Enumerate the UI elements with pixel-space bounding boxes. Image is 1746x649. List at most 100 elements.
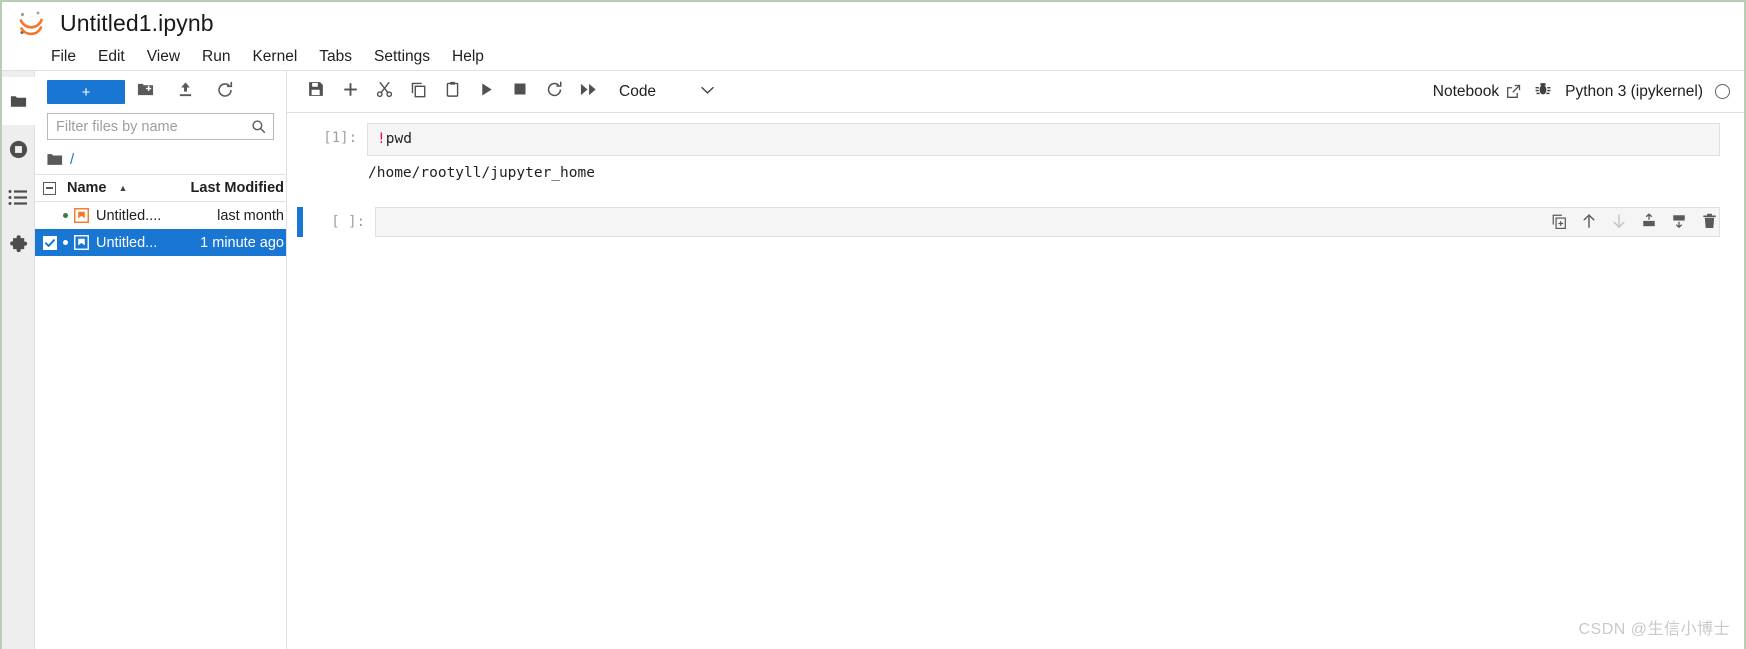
notebook-icon xyxy=(74,235,89,250)
refresh-file-list-button[interactable] xyxy=(205,79,245,105)
scissors-icon xyxy=(376,81,393,103)
cut-cells-button[interactable] xyxy=(367,78,401,106)
cell-type-value: Code xyxy=(619,82,657,100)
search-input[interactable] xyxy=(48,118,251,135)
kernel-name-label[interactable]: Python 3 (ipykernel) xyxy=(1565,83,1703,101)
copy-cells-button[interactable] xyxy=(401,78,435,106)
duplicate-cell-button[interactable] xyxy=(1550,214,1568,232)
sidebar-item-extension-manager[interactable] xyxy=(2,221,35,269)
kernel-status-indicator xyxy=(1715,84,1730,99)
search-icon xyxy=(251,119,273,134)
sidebar-item-commands[interactable] xyxy=(2,173,35,221)
save-button[interactable] xyxy=(299,78,333,106)
delete-cell-button[interactable] xyxy=(1700,213,1718,234)
sidebar-item-running-sessions[interactable] xyxy=(2,125,35,173)
paste-icon xyxy=(444,81,461,103)
insert-cell-above-button[interactable] xyxy=(1640,212,1658,234)
insert-below-icon xyxy=(1671,213,1687,234)
file-filter-box[interactable] xyxy=(47,113,274,140)
row-checkbox[interactable] xyxy=(43,209,57,223)
cell-action-toolbar xyxy=(1550,212,1718,234)
cell-execution-count: [ ]: xyxy=(331,214,365,231)
menu-item-run[interactable]: Run xyxy=(191,46,241,68)
restart-kernel-button[interactable] xyxy=(537,78,571,106)
file-list-header: Name ▲ Last Modified xyxy=(35,174,286,202)
menu-item-edit[interactable]: Edit xyxy=(87,46,136,68)
duplicate-icon xyxy=(1551,213,1567,234)
code-cell[interactable]: [1]: !pwd xyxy=(287,123,1744,157)
upload-icon xyxy=(177,81,194,103)
notebook-icon xyxy=(74,208,89,223)
insert-cell-below-button[interactable] xyxy=(1670,214,1688,232)
watermark-text: CSDN @生信小博士 xyxy=(1578,621,1730,638)
cell-input-editor[interactable]: !pwd xyxy=(367,123,1720,157)
folder-icon xyxy=(47,152,63,167)
list-item[interactable]: Untitled.... last month xyxy=(35,202,286,229)
paste-cells-button[interactable] xyxy=(435,78,469,106)
file-name: Untitled.... xyxy=(96,207,162,224)
arrow-down-icon xyxy=(1611,213,1627,234)
menu-bar: File Edit View Run Kernel Tabs Settings … xyxy=(2,44,1744,71)
output-prompt-spacer xyxy=(287,156,359,189)
notebook-cell: [ ]: xyxy=(287,207,1744,238)
cell-execution-count: [1]: xyxy=(323,130,357,146)
menu-item-file[interactable]: File xyxy=(40,46,87,68)
folder-icon xyxy=(9,92,28,111)
file-browser-panel: + Filter files by name / Name ▲ Last Mod… xyxy=(35,71,287,649)
row-checkbox[interactable] xyxy=(43,235,57,250)
trash-icon xyxy=(1702,213,1717,234)
menu-item-tabs[interactable]: Tabs xyxy=(308,46,363,68)
notebook-cells-area: [1]: !pwd /home/rootyll/jupyter_home [ ]… xyxy=(287,113,1744,649)
select-all-checkbox[interactable] xyxy=(43,181,56,195)
new-folder-button[interactable] xyxy=(125,79,165,105)
file-last-modified: 1 minute ago xyxy=(200,234,284,251)
file-name: Untitled... xyxy=(96,234,158,251)
cell-type-select[interactable]: Code xyxy=(619,83,720,101)
move-cell-up-button[interactable] xyxy=(1580,213,1598,234)
arrow-up-icon xyxy=(1581,213,1597,234)
run-cell-button[interactable] xyxy=(469,78,503,106)
menu-item-settings[interactable]: Settings xyxy=(363,46,441,68)
title-bar: Untitled1.ipynb xyxy=(2,2,1744,44)
debugger-toggle-button[interactable] xyxy=(1521,78,1565,106)
copy-icon xyxy=(410,81,427,103)
menu-item-view[interactable]: View xyxy=(136,46,191,68)
menu-item-kernel[interactable]: Kernel xyxy=(241,46,308,68)
file-browser-toolbar: + xyxy=(35,71,286,113)
jupyterlab-window: Untitled1.ipynb File Edit View Run Kerne… xyxy=(0,0,1746,649)
interrupt-kernel-button[interactable] xyxy=(503,78,537,106)
column-header-name[interactable]: Name xyxy=(67,180,107,196)
code-cell[interactable]: [ ]: xyxy=(287,207,1744,238)
plus-icon xyxy=(342,81,359,103)
restart-icon xyxy=(546,80,563,103)
unsaved-indicator-dot xyxy=(63,213,68,218)
menu-item-help[interactable]: Help xyxy=(441,46,495,68)
column-header-last-modified[interactable]: Last Modified xyxy=(191,180,286,196)
file-filter-row xyxy=(35,113,286,140)
notebook-toolbar: Code Notebook Python 3 (ipykernel) xyxy=(287,71,1744,113)
jupyter-logo-icon xyxy=(16,8,46,38)
new-launcher-button[interactable]: + xyxy=(47,80,125,104)
insert-above-icon xyxy=(1641,212,1657,234)
sidebar-item-file-browser[interactable] xyxy=(1,77,35,125)
puzzle-icon xyxy=(8,234,29,256)
cell-input-editor[interactable] xyxy=(375,207,1720,238)
notebook-cell: [1]: !pwd /home/rootyll/jupyter_home xyxy=(287,123,1744,189)
notebook-mode-label[interactable]: Notebook xyxy=(1433,83,1499,101)
external-link-icon[interactable] xyxy=(1506,84,1521,99)
insert-cell-button[interactable] xyxy=(333,78,367,106)
upload-files-button[interactable] xyxy=(165,79,205,105)
chevron-down-icon xyxy=(701,86,714,98)
cell-source-text: pwd xyxy=(385,131,412,147)
breadcrumb-root[interactable]: / xyxy=(70,151,74,168)
new-folder-icon xyxy=(137,81,154,103)
page-title: Untitled1.ipynb xyxy=(60,9,214,36)
restart-run-all-button[interactable] xyxy=(571,78,605,106)
breadcrumb[interactable]: / xyxy=(35,144,286,174)
move-cell-down-button[interactable] xyxy=(1610,213,1628,234)
cell-active-marker xyxy=(287,123,295,156)
cell-source-prefix: ! xyxy=(377,131,386,147)
list-icon xyxy=(8,189,28,206)
cell-output-text: /home/rootyll/jupyter_home xyxy=(368,165,595,182)
list-item[interactable]: Untitled... 1 minute ago xyxy=(35,229,286,256)
